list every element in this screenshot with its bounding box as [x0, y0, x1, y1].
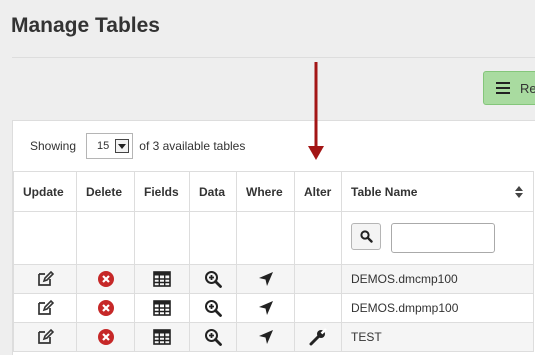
showing-row: Showing 15 of 3 available tables [30, 131, 245, 161]
column-header-alter: Alter [294, 171, 342, 212]
wrench-icon[interactable] [309, 328, 327, 346]
zoom-in-icon[interactable] [204, 270, 222, 288]
table-grid-icon[interactable] [153, 300, 171, 316]
showing-suffix: of 3 available tables [139, 139, 246, 153]
search-button[interactable] [351, 223, 381, 250]
column-header-data: Data [189, 171, 237, 212]
edit-icon[interactable] [36, 328, 54, 346]
sort-icon[interactable] [515, 186, 523, 198]
delete-icon[interactable] [97, 328, 115, 346]
page-size-select[interactable]: 15 [86, 133, 134, 159]
edit-icon[interactable] [36, 299, 54, 317]
table-row: DEMOS.dmpmp100 [13, 293, 534, 323]
delete-icon[interactable] [97, 270, 115, 288]
page-size-value: 15 [97, 140, 110, 152]
zoom-in-icon[interactable] [204, 328, 222, 346]
page-title: Manage Tables [11, 14, 160, 37]
title-divider [12, 57, 535, 58]
report-button[interactable]: Re [483, 71, 535, 105]
column-header-delete: Delete [76, 171, 135, 212]
table-name-cell: DEMOS.dmpmp100 [341, 293, 534, 323]
edit-icon[interactable] [36, 270, 54, 288]
showing-prefix: Showing [30, 139, 77, 153]
table-row: DEMOS.dmcmp100 [13, 264, 534, 294]
menu-bars-icon [496, 82, 510, 94]
location-arrow-icon[interactable] [258, 300, 274, 316]
column-header-where: Where [236, 171, 295, 212]
table-name-cell: TEST [341, 322, 534, 352]
chevron-down-icon [115, 139, 130, 153]
location-arrow-icon[interactable] [258, 329, 274, 345]
tables-grid: Update Delete Fields Data Where Alter Ta… [13, 171, 534, 352]
location-arrow-icon[interactable] [258, 271, 274, 287]
table-grid-icon[interactable] [153, 271, 171, 287]
table-name-cell: DEMOS.dmcmp100 [341, 264, 534, 294]
report-button-label: Re [520, 80, 535, 96]
search-icon [359, 230, 373, 243]
column-header-fields: Fields [134, 171, 190, 212]
column-header-table-name-label: Table Name [351, 184, 418, 199]
delete-icon[interactable] [97, 299, 115, 317]
table-row: TEST [13, 322, 534, 352]
table-name-search-input[interactable] [391, 223, 495, 253]
table-grid-icon[interactable] [153, 329, 171, 345]
filter-row [13, 211, 534, 265]
zoom-in-icon[interactable] [204, 299, 222, 317]
column-header-update: Update [13, 171, 77, 212]
column-header-table-name[interactable]: Table Name [341, 171, 534, 212]
